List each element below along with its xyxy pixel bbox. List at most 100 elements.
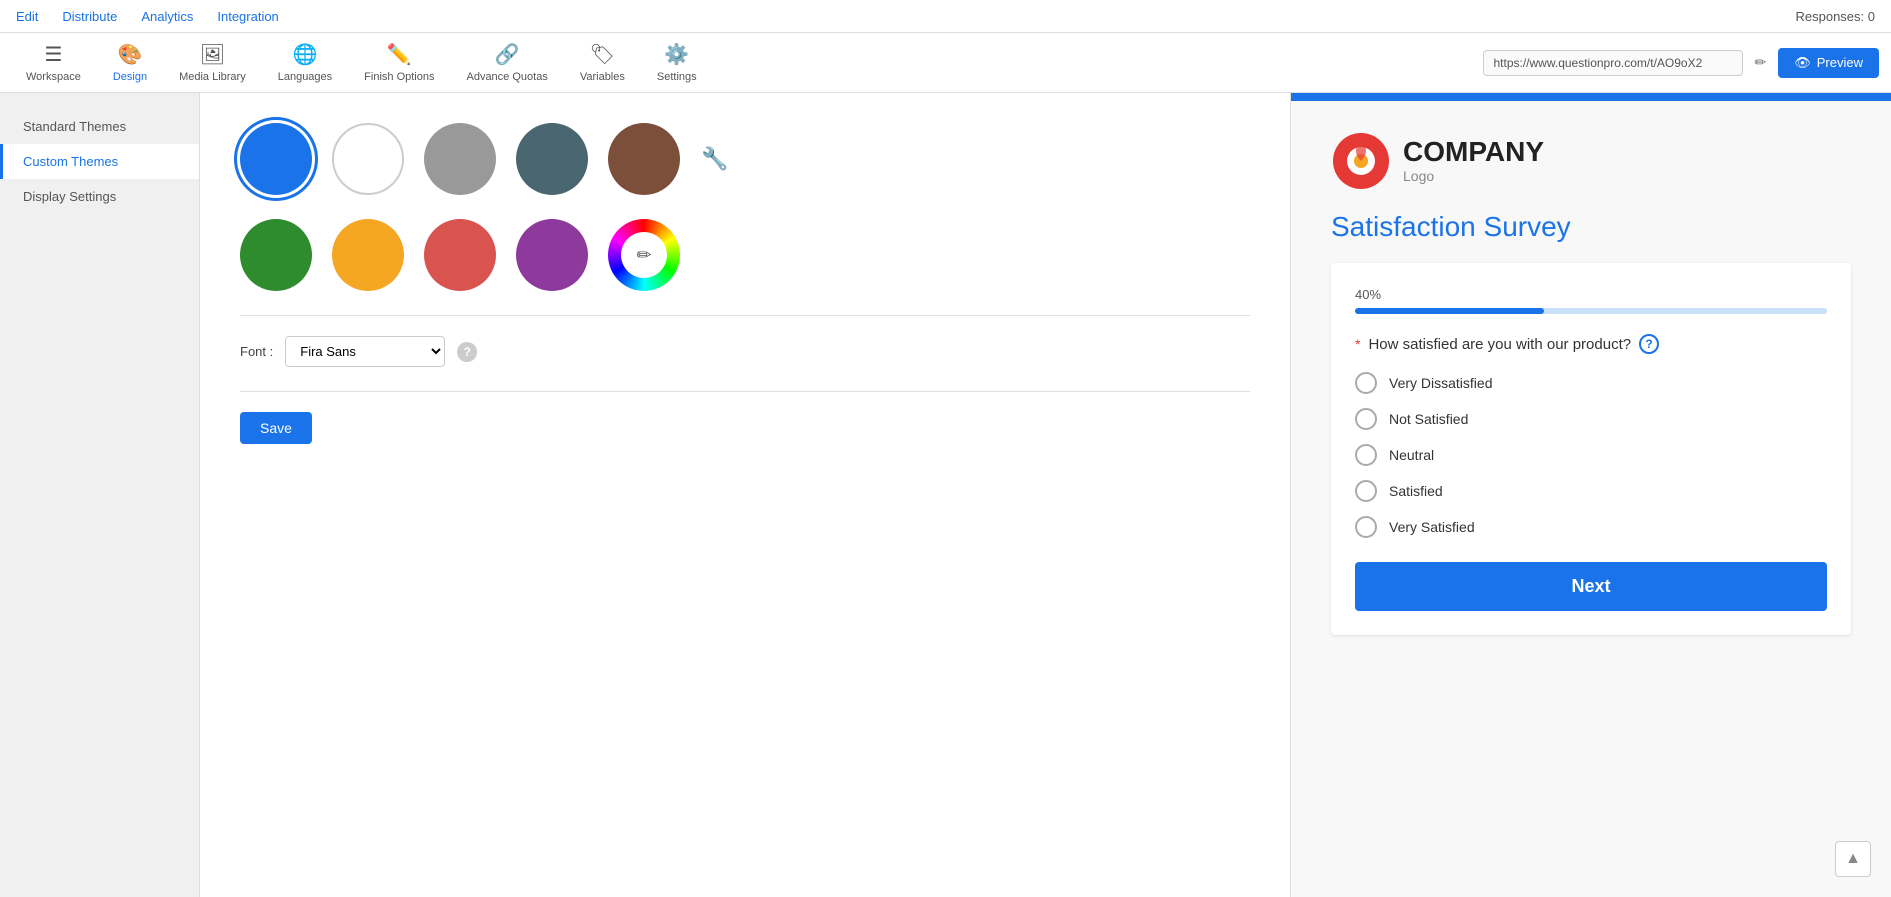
next-button[interactable]: Next [1355, 562, 1827, 611]
standard-themes-label: Standard Themes [23, 119, 126, 134]
company-name: COMPANY [1403, 138, 1544, 166]
url-bar: ✏ 👁 Preview [1483, 48, 1880, 78]
theme-circle-white[interactable] [332, 123, 404, 195]
sidebar-item-standard-themes[interactable]: Standard Themes [0, 109, 199, 144]
radio-option-1[interactable]: Not Satisfied [1355, 408, 1827, 430]
finish-options-toolbar-item[interactable]: ✏️ Finish Options [350, 36, 448, 89]
option-text-3: Satisfied [1389, 483, 1443, 499]
theme-circle-blue[interactable] [240, 123, 312, 195]
finish-options-icon: ✏️ [387, 42, 412, 67]
integration-nav[interactable]: Integration [217, 9, 278, 24]
custom-theme-inner-icon: ✏ [621, 232, 667, 278]
company-logo-svg [1331, 131, 1391, 191]
radio-option-3[interactable]: Satisfied [1355, 480, 1827, 502]
variables-label: Variables [580, 71, 625, 83]
theme-circle-dark-teal[interactable] [516, 123, 588, 195]
advance-quotas-label: Advance Quotas [466, 71, 547, 83]
variables-icon: 🏷 [590, 42, 615, 67]
option-text-4: Very Satisfied [1389, 519, 1475, 535]
survey-title: Satisfaction Survey [1331, 211, 1851, 243]
settings-icon: ⚙️ [664, 42, 689, 67]
option-text-2: Neutral [1389, 447, 1434, 463]
design-label: Design [113, 71, 147, 83]
content-panel: 🔧 ✏ Font : Fira Sans Arial Roboto Open S… [200, 93, 1291, 897]
radio-circle-0 [1355, 372, 1377, 394]
separator-2 [240, 391, 1250, 392]
required-star: * [1355, 336, 1360, 352]
separator [240, 315, 1250, 316]
responses-badge: Responses: 0 [1796, 9, 1876, 24]
option-text-1: Not Satisfied [1389, 411, 1468, 427]
font-row: Font : Fira Sans Arial Roboto Open Sans … [240, 336, 1250, 367]
font-help-icon[interactable]: ? [457, 342, 477, 362]
eye-icon: 👁 [1794, 55, 1811, 71]
sidebar-item-display-settings[interactable]: Display Settings [0, 179, 199, 214]
font-select[interactable]: Fira Sans Arial Roboto Open Sans Lato Ge… [285, 336, 445, 367]
preview-content: COMPANY Logo Satisfaction Survey 40% * H… [1291, 101, 1891, 665]
settings-wrench-icon[interactable]: 🔧 [700, 144, 730, 174]
radio-circle-3 [1355, 480, 1377, 502]
settings-label: Settings [657, 71, 697, 83]
languages-label: Languages [278, 71, 332, 83]
edit-url-button[interactable]: ✏ [1751, 50, 1771, 75]
top-nav: Edit Distribute Analytics Integration Re… [0, 0, 1891, 33]
finish-options-label: Finish Options [364, 71, 434, 83]
font-label: Font : [240, 344, 273, 359]
theme-circle-custom[interactable]: ✏ [608, 219, 680, 291]
languages-icon: 🌐 [292, 42, 317, 67]
media-library-toolbar-item[interactable]: 🖼 Media Library [165, 36, 260, 89]
company-sub: Logo [1403, 168, 1544, 184]
preview-panel: COMPANY Logo Satisfaction Survey 40% * H… [1291, 93, 1891, 897]
question-help-icon[interactable]: ? [1639, 334, 1659, 354]
distribute-nav[interactable]: Distribute [62, 9, 117, 24]
workspace-icon: ☰ [44, 42, 62, 67]
design-icon: 🎨 [118, 42, 143, 67]
option-text-0: Very Dissatisfied [1389, 375, 1492, 391]
design-toolbar-item[interactable]: 🎨 Design [99, 36, 161, 89]
theme-circle-brown[interactable] [608, 123, 680, 195]
survey-card: 40% * How satisfied are you with our pro… [1331, 263, 1851, 635]
question-row: * How satisfied are you with our product… [1355, 334, 1827, 354]
advance-quotas-toolbar-item[interactable]: 🔗 Advance Quotas [452, 36, 561, 89]
question-text: How satisfied are you with our product? [1368, 336, 1631, 353]
scroll-to-top-button[interactable]: ▲ [1835, 841, 1871, 877]
settings-toolbar-item[interactable]: ⚙️ Settings [643, 36, 711, 89]
theme-row-2: ✏ [240, 219, 1250, 291]
progress-bar-fill [1355, 308, 1544, 314]
radio-option-0[interactable]: Very Dissatisfied [1355, 372, 1827, 394]
url-input[interactable] [1483, 50, 1743, 76]
theme-circle-gray[interactable] [424, 123, 496, 195]
radio-option-2[interactable]: Neutral [1355, 444, 1827, 466]
edit-nav[interactable]: Edit [16, 9, 38, 24]
company-text-area: COMPANY Logo [1403, 138, 1544, 184]
variables-toolbar-item[interactable]: 🏷 Variables [566, 36, 639, 89]
display-settings-label: Display Settings [23, 189, 116, 204]
company-logo-area: COMPANY Logo [1331, 131, 1851, 191]
save-button[interactable]: Save [240, 412, 312, 444]
radio-circle-4 [1355, 516, 1377, 538]
theme-row-1: 🔧 [240, 123, 1250, 195]
workspace-toolbar-item[interactable]: ☰ Workspace [12, 36, 95, 89]
custom-themes-label: Custom Themes [23, 154, 118, 169]
theme-circle-orange[interactable] [332, 219, 404, 291]
progress-bar-wrap [1355, 308, 1827, 314]
sidebar-item-custom-themes[interactable]: Custom Themes [0, 144, 199, 179]
analytics-nav[interactable]: Analytics [141, 9, 193, 24]
radio-circle-2 [1355, 444, 1377, 466]
radio-option-4[interactable]: Very Satisfied [1355, 516, 1827, 538]
languages-toolbar-item[interactable]: 🌐 Languages [264, 36, 346, 89]
media-library-icon: 🖼 [200, 42, 225, 67]
workspace-label: Workspace [26, 71, 81, 83]
advance-quotas-icon: 🔗 [495, 42, 520, 67]
preview-top-bar [1291, 93, 1891, 101]
sidebar: Standard Themes Custom Themes Display Se… [0, 93, 200, 897]
media-library-label: Media Library [179, 71, 246, 83]
radio-circle-1 [1355, 408, 1377, 430]
theme-circle-red[interactable] [424, 219, 496, 291]
theme-circle-green[interactable] [240, 219, 312, 291]
progress-label: 40% [1355, 287, 1827, 302]
preview-label: Preview [1817, 55, 1863, 70]
preview-button[interactable]: 👁 Preview [1778, 48, 1879, 78]
theme-circle-purple[interactable] [516, 219, 588, 291]
main-layout: Standard Themes Custom Themes Display Se… [0, 93, 1891, 897]
